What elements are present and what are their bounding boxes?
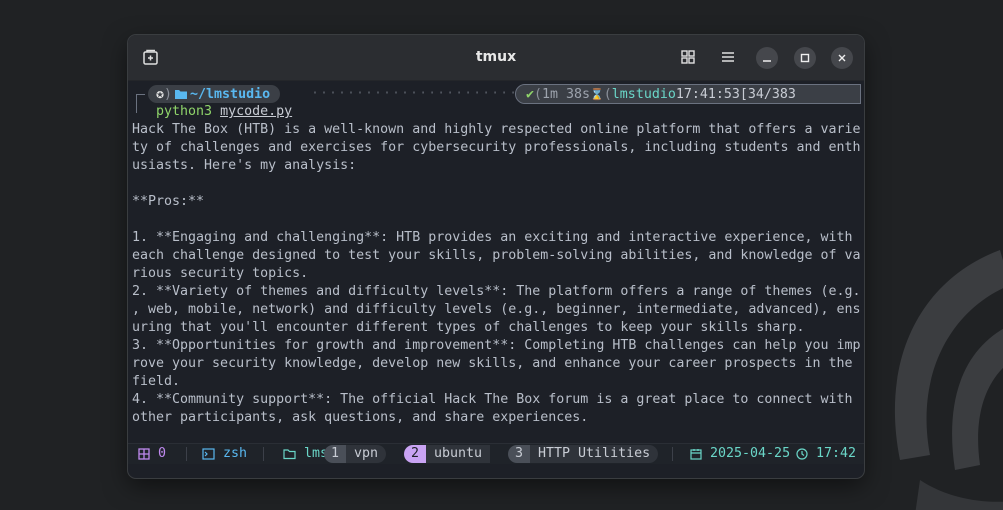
maximize-button[interactable] (794, 47, 816, 69)
prompt-right-segment: ✔ ( 1m 38s ⌛ ( lmstudio 17:41:53 [34/383 (515, 84, 861, 104)
folder-outline-icon (283, 449, 296, 460)
output-line: each challenge designed to test your ski… (132, 248, 861, 263)
folder-icon (175, 90, 188, 99)
menu-icon[interactable] (719, 48, 737, 66)
output-line: 4. **Community support**: The official H… (132, 392, 853, 407)
window-tab-2-active[interactable]: 2 ubuntu (404, 444, 491, 464)
terminal-window: tmux ✪ ) ~/lmstudio ····················… (128, 35, 864, 478)
divider (672, 447, 673, 461)
command-program: python3 (156, 104, 213, 119)
output-line: usiasts. Here's my analysis: (132, 158, 357, 173)
terminal-icon (202, 448, 215, 460)
window-number: 3 (508, 445, 531, 463)
window-name: ubuntu (426, 445, 491, 463)
os-icon: ✪ (156, 86, 165, 102)
terminal-area[interactable]: ✪ ) ~/lmstudio ·························… (128, 81, 864, 478)
shell-indicator: zsh (202, 444, 247, 464)
prompt-time: 17:41:53 (675, 86, 740, 102)
divider (186, 447, 187, 461)
output-line: field. (132, 374, 181, 389)
window-tab-3[interactable]: 3 HTTP Utilities (508, 444, 659, 464)
window-title: tmux (475, 49, 517, 65)
maximize-icon (800, 53, 810, 63)
window-number: 1 (324, 445, 347, 463)
dir-indicator: lms (283, 444, 328, 464)
calendar-icon (690, 449, 702, 460)
output-line: , web, mobile, network) and difficulty l… (132, 302, 861, 317)
output-line: ty of challenges and exercises for cyber… (132, 140, 861, 155)
close-button[interactable] (831, 47, 853, 69)
prompt-left-segment: ✪ ) ~/lmstudio (148, 85, 281, 103)
minimize-icon (763, 60, 771, 62)
window-name: vpn (346, 445, 387, 463)
command-line: python3 mycode.py (156, 103, 292, 121)
output-line: 2. **Variety of themes and difficulty le… (132, 284, 861, 299)
close-icon (838, 54, 846, 62)
output-line: 1. **Engaging and challenging**: HTB pro… (132, 230, 853, 245)
output-line: rious security topics. (132, 266, 309, 281)
output-line: 3. **Opportunities for growth and improv… (132, 338, 861, 353)
status-ok-icon: ✔ (526, 86, 535, 102)
output-line: other participants, ask questions, and s… (132, 410, 589, 425)
history-counter: [34/383 (739, 86, 796, 102)
clock-icon (796, 448, 808, 460)
output-line: Hack The Box (HTB) is a well-known and h… (132, 122, 861, 137)
output-line: rove your security knowledge, develop ne… (132, 356, 853, 371)
background-logo (894, 250, 1003, 510)
window-number: 2 (404, 445, 427, 463)
session-count: 0 (158, 446, 167, 461)
prompt-line: ✪ ) ~/lmstudio ·························… (128, 84, 864, 104)
status-date: 2025-04-25 (710, 446, 791, 461)
session-indicator[interactable]: 0 (138, 444, 166, 464)
command-arg: mycode.py (220, 104, 293, 119)
status-clock: 17:42 (816, 446, 857, 461)
window-name: HTTP Utilities (530, 445, 659, 463)
output-line: **Pros:** (132, 194, 205, 209)
titlebar: tmux (128, 35, 864, 81)
minimize-button[interactable] (756, 47, 778, 69)
command-duration: 1m 38s (542, 86, 591, 102)
prompt-filler: ········································… (311, 86, 516, 101)
python-env: lmstudio (611, 86, 676, 102)
grid-icon[interactable] (679, 48, 697, 66)
shell-name: zsh (223, 446, 248, 461)
output-line: uring that you'll encounter different ty… (132, 320, 805, 335)
session-icon (138, 448, 150, 460)
clock-indicator: 17:42 (796, 444, 856, 464)
window-tab-1[interactable]: 1 vpn (324, 444, 387, 464)
tmux-status-bar: 0 zsh lms 1 vpn 2 ubuntu 3 HTTP Utilities (128, 443, 864, 464)
prompt-path: ~/lmstudio (190, 86, 271, 102)
hourglass-icon: ⌛ (590, 87, 604, 101)
date-indicator: 2025-04-25 (690, 444, 790, 464)
divider (263, 447, 264, 461)
